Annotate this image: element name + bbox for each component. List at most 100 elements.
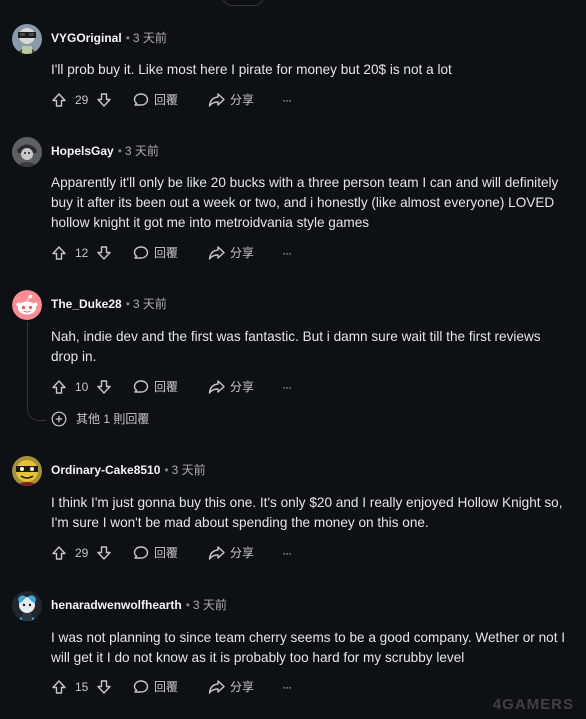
reply-label: 回覆 (154, 246, 179, 260)
upvote-arrow-icon (52, 680, 66, 694)
reply-button[interactable]: 回覆 (133, 242, 183, 264)
upvote-arrow-icon (52, 380, 66, 394)
downvote-arrow-icon (97, 680, 111, 694)
comment-text: Nah, indie dev and the first was fantast… (51, 329, 541, 364)
comment-text: I'll prob buy it. Like most here I pirat… (51, 62, 452, 77)
comment-time: 3 天前 (192, 598, 227, 612)
separator-dot: • (185, 598, 190, 612)
comment-text: I think I'm just gonna buy this one. It'… (51, 495, 563, 530)
comment-author[interactable]: henaradwenwolfhearth (51, 598, 182, 612)
more-options-button[interactable]: ··· (282, 676, 296, 698)
comment-text: I was not planning to since team cherry … (51, 630, 566, 665)
upvote-button[interactable] (51, 376, 67, 398)
comment-bubble-icon (133, 246, 149, 259)
share-arrow-icon (208, 546, 225, 560)
share-button[interactable]: 分享 (208, 242, 258, 264)
share-label: 分享 (230, 680, 255, 694)
upvote-button[interactable] (51, 542, 67, 564)
downvote-button[interactable] (96, 676, 112, 698)
separator-dot: • (125, 297, 130, 311)
reply-button[interactable]: 回覆 (133, 89, 183, 111)
reddit-avatar-icon[interactable] (12, 24, 42, 54)
vote-count: 12 (75, 246, 89, 260)
downvote-button[interactable] (96, 376, 112, 398)
comment-author[interactable]: VYGOriginal (51, 31, 122, 45)
comment-bubble-icon (133, 93, 149, 106)
reddit-avatar-icon[interactable] (12, 456, 42, 486)
separator-dot: • (164, 463, 169, 477)
snoo-default-avatar-icon[interactable] (12, 290, 42, 320)
upvote-button[interactable] (51, 676, 67, 698)
vote-count: 10 (75, 380, 89, 394)
more-options-button[interactable]: ··· (282, 89, 296, 111)
share-button[interactable]: 分享 (208, 89, 258, 111)
vote-count: 29 (75, 93, 89, 107)
reply-button[interactable]: 回覆 (133, 542, 183, 564)
comment-thread: VYGOriginal • 3 天前 I'll prob buy it. Like … (0, 0, 586, 719)
share-label: 分享 (230, 246, 255, 260)
comment-time: 3 天前 (132, 297, 167, 311)
share-label: 分享 (230, 546, 255, 560)
reply-label: 回覆 (154, 93, 179, 107)
comment-body: I think I'm just gonna buy this one. It'… (51, 493, 566, 533)
downvote-arrow-icon (97, 246, 111, 260)
reply-label: 回覆 (154, 680, 179, 694)
downvote-button[interactable] (96, 542, 112, 564)
comment-author[interactable]: HopelsGay (51, 144, 114, 158)
comment-text: Apparently it'll only be like 20 bucks w… (51, 175, 559, 230)
reply-label: 回覆 (154, 546, 179, 560)
upvote-arrow-icon (52, 93, 66, 107)
comment-bubble-icon (133, 546, 149, 559)
comment-author[interactable]: The_Duke28 (51, 297, 122, 311)
comment-header: henaradwenwolfhearth • 3 天前 (51, 597, 227, 613)
thread-curve (27, 406, 46, 421)
share-button[interactable]: 分享 (208, 542, 258, 564)
upvote-button[interactable] (51, 89, 67, 111)
comment-bubble-icon (133, 680, 149, 693)
more-options-button[interactable]: ··· (282, 542, 296, 564)
comment-time: 3 天前 (171, 463, 206, 477)
comment-bubble-icon (133, 380, 149, 393)
separator-dot: • (125, 31, 130, 45)
more-options-button[interactable]: ··· (282, 242, 296, 264)
separator-dot: • (117, 144, 122, 158)
thread-line (27, 322, 28, 406)
more-options-button[interactable]: ··· (282, 376, 296, 398)
reddit-avatar-icon[interactable] (12, 591, 42, 621)
downvote-button[interactable] (96, 89, 112, 111)
downvote-arrow-icon (97, 546, 111, 560)
share-arrow-icon (208, 93, 225, 107)
upvote-arrow-icon (52, 246, 66, 260)
comment-header: Ordinary-Cake8510 • 3 天前 (51, 462, 206, 478)
share-arrow-icon (208, 380, 225, 394)
reply-button[interactable]: 回覆 (133, 376, 183, 398)
downvote-arrow-icon (97, 93, 111, 107)
upvote-button[interactable] (51, 242, 67, 264)
comment-time: 3 天前 (132, 31, 167, 45)
plus-circle-icon (51, 411, 67, 427)
reply-button[interactable]: 回覆 (133, 676, 183, 698)
share-button[interactable]: 分享 (208, 376, 258, 398)
comment-body: I was not planning to since team cherry … (51, 628, 566, 668)
vote-count: 15 (75, 680, 89, 694)
reddit-avatar-icon[interactable] (12, 137, 42, 167)
share-button[interactable]: 分享 (208, 676, 258, 698)
downvote-button[interactable] (96, 242, 112, 264)
watermark-logo: 4GAMERS (492, 696, 574, 713)
comment-author[interactable]: Ordinary-Cake8510 (51, 463, 160, 477)
comment-body: I'll prob buy it. Like most here I pirat… (51, 60, 566, 80)
comment-header: The_Duke28 • 3 天前 (51, 296, 167, 312)
downvote-arrow-icon (97, 380, 111, 394)
share-arrow-icon (208, 680, 225, 694)
top-pill-edge (222, 0, 264, 6)
comment-header: HopelsGay • 3 天前 (51, 143, 159, 159)
share-label: 分享 (230, 380, 255, 394)
more-replies-label: 其他 1 則回覆 (76, 412, 150, 426)
comment-body: Nah, indie dev and the first was fantast… (51, 327, 566, 367)
upvote-arrow-icon (52, 546, 66, 560)
comment-body: Apparently it'll only be like 20 bucks w… (51, 173, 566, 233)
comment-header: VYGOriginal • 3 天前 (51, 30, 167, 46)
share-arrow-icon (208, 246, 225, 260)
share-label: 分享 (230, 93, 255, 107)
comment-time: 3 天前 (124, 144, 159, 158)
